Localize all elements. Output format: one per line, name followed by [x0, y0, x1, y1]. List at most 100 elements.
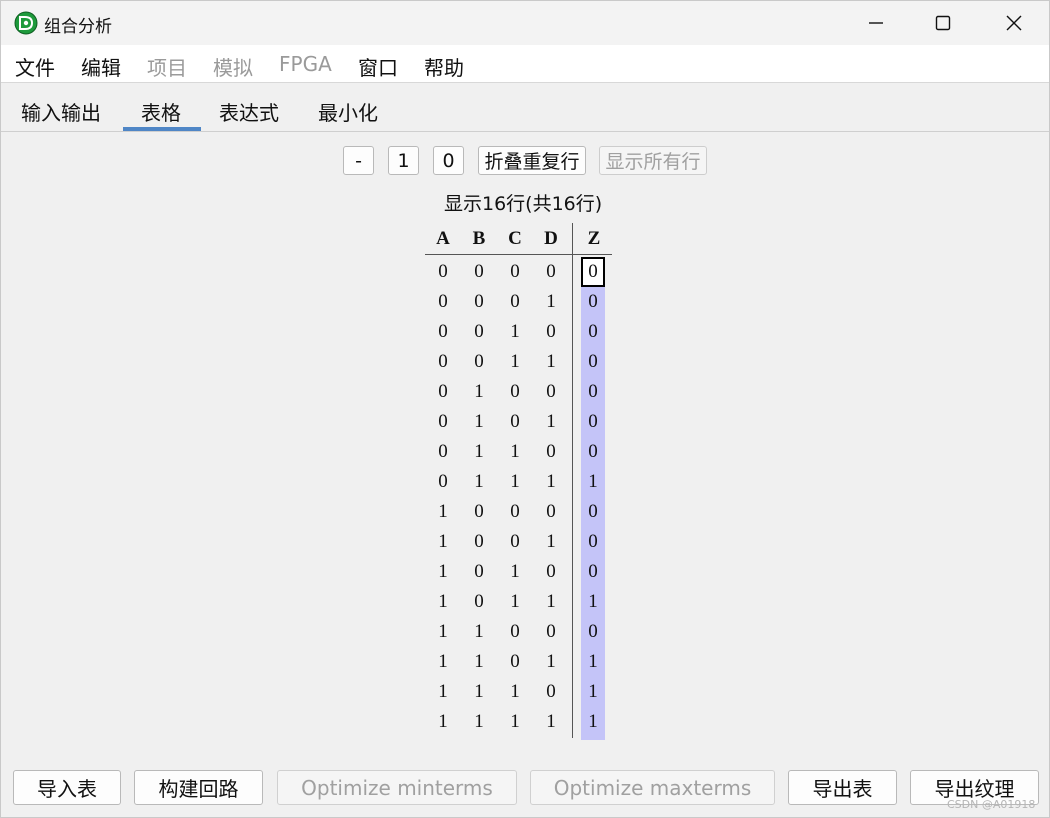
- menu-window[interactable]: 窗口: [358, 52, 398, 81]
- header-divider: [425, 254, 612, 255]
- output-cell[interactable]: 1: [581, 467, 605, 497]
- output-cell[interactable]: 0: [581, 317, 605, 347]
- menu-project[interactable]: 项目: [147, 52, 187, 81]
- input-cell: 1: [546, 591, 556, 612]
- menu-help[interactable]: 帮助: [424, 52, 464, 81]
- input-cell: 0: [510, 411, 520, 432]
- column-header-d[interactable]: D: [536, 228, 566, 250]
- input-cell: 1: [438, 651, 448, 672]
- input-cell: 0: [438, 411, 448, 432]
- logisim-app-icon: [14, 11, 38, 35]
- input-cell: 1: [438, 531, 448, 552]
- menu-edit[interactable]: 编辑: [81, 52, 121, 81]
- input-cell: 0: [546, 561, 556, 582]
- show-all-rows-button[interactable]: 显示所有行: [599, 146, 707, 175]
- maximize-button[interactable]: [908, 1, 978, 45]
- close-icon: [1006, 15, 1022, 31]
- menu-bar: 文件 编辑 项目 模拟 FPGA 窗口 帮助: [1, 45, 1049, 83]
- input-cell: 1: [546, 471, 556, 492]
- input-cell: 0: [474, 261, 484, 282]
- output-cell[interactable]: 0: [581, 437, 605, 467]
- input-cell: 0: [510, 531, 520, 552]
- input-cell: 1: [510, 351, 520, 372]
- active-tab-indicator: [123, 127, 201, 131]
- input-cell: 0: [510, 261, 520, 282]
- column-header-z[interactable]: Z: [579, 228, 609, 250]
- input-cell: 1: [474, 711, 484, 732]
- menu-fpga[interactable]: FPGA: [279, 52, 332, 76]
- row-count-label: 显示16行(共16行): [444, 193, 603, 215]
- input-cell: 0: [438, 351, 448, 372]
- input-cell: 1: [474, 441, 484, 462]
- import-table-button[interactable]: 导入表: [13, 770, 121, 805]
- input-cell: 1: [438, 561, 448, 582]
- dash-value-button[interactable]: -: [343, 146, 374, 175]
- output-cell[interactable]: 0: [581, 497, 605, 527]
- one-value-button[interactable]: 1: [388, 146, 419, 175]
- tab-expression[interactable]: 表达式: [219, 97, 279, 126]
- output-cell[interactable]: 0: [581, 287, 605, 317]
- input-cell: 0: [438, 381, 448, 402]
- input-cell: 1: [510, 561, 520, 582]
- menu-file[interactable]: 文件: [15, 52, 55, 81]
- output-cell[interactable]: 0: [581, 527, 605, 557]
- input-cell: 0: [474, 531, 484, 552]
- watermark: CSDN @A01918: [947, 798, 1036, 811]
- column-header-b[interactable]: B: [464, 228, 494, 250]
- input-cell: 1: [546, 291, 556, 312]
- input-cell: 1: [474, 621, 484, 642]
- minimize-button[interactable]: [841, 1, 911, 45]
- menu-simulate[interactable]: 模拟: [213, 52, 253, 81]
- collapse-duplicate-rows-button[interactable]: 折叠重复行: [478, 146, 586, 175]
- export-table-button[interactable]: 导出表: [788, 770, 897, 805]
- input-cell: 1: [474, 651, 484, 672]
- tab-table[interactable]: 表格: [141, 97, 181, 126]
- input-cell: 0: [438, 261, 448, 282]
- input-cell: 0: [474, 291, 484, 312]
- input-cell: 1: [510, 711, 520, 732]
- input-cell: 1: [546, 651, 556, 672]
- maximize-icon: [935, 15, 951, 31]
- build-circuit-button[interactable]: 构建回路: [134, 770, 263, 805]
- optimize-minterms-button[interactable]: Optimize minterms: [277, 770, 517, 805]
- output-cell[interactable]: 0: [581, 347, 605, 377]
- input-cell: 0: [510, 621, 520, 642]
- zero-value-button[interactable]: 0: [433, 146, 464, 175]
- input-cell: 0: [510, 291, 520, 312]
- input-cell: 0: [438, 471, 448, 492]
- input-cell: 0: [438, 321, 448, 342]
- minimize-icon: [869, 22, 883, 24]
- input-cell: 0: [546, 681, 556, 702]
- output-cell[interactable]: 0: [581, 407, 605, 437]
- output-cell[interactable]: 1: [581, 707, 605, 737]
- tab-inputs-outputs[interactable]: 输入输出: [21, 97, 101, 126]
- output-cell[interactable]: 0: [581, 377, 605, 407]
- input-output-divider: [572, 223, 573, 738]
- input-cell: 1: [438, 591, 448, 612]
- input-cell: 0: [474, 561, 484, 582]
- close-button[interactable]: [979, 1, 1049, 45]
- input-cell: 0: [546, 621, 556, 642]
- output-cell-selected[interactable]: 0: [581, 257, 605, 287]
- title-bar[interactable]: 组合分析: [1, 1, 1049, 45]
- input-cell: 1: [474, 411, 484, 432]
- input-cell: 0: [474, 591, 484, 612]
- input-cell: 1: [546, 711, 556, 732]
- output-cell[interactable]: 1: [581, 677, 605, 707]
- output-cell[interactable]: 1: [581, 647, 605, 677]
- app-window: 组合分析 文件 编辑 项目 模拟 FPGA 窗口 帮助 输入输出 表格 表达式 …: [0, 0, 1050, 818]
- input-cell: 0: [546, 261, 556, 282]
- output-cell[interactable]: 0: [581, 617, 605, 647]
- tab-minimize[interactable]: 最小化: [318, 97, 378, 126]
- window-title: 组合分析: [44, 17, 112, 37]
- input-cell: 1: [438, 711, 448, 732]
- column-header-a[interactable]: A: [428, 228, 458, 250]
- optimize-maxterms-button[interactable]: Optimize maxterms: [530, 770, 775, 805]
- column-header-c[interactable]: C: [500, 228, 530, 250]
- tab-bar: 输入输出 表格 表达式 最小化: [1, 84, 1049, 132]
- input-cell: 1: [510, 471, 520, 492]
- input-cell: 1: [510, 441, 520, 462]
- output-cell[interactable]: 1: [581, 587, 605, 617]
- output-cell[interactable]: 0: [581, 557, 605, 587]
- input-cell: 0: [546, 381, 556, 402]
